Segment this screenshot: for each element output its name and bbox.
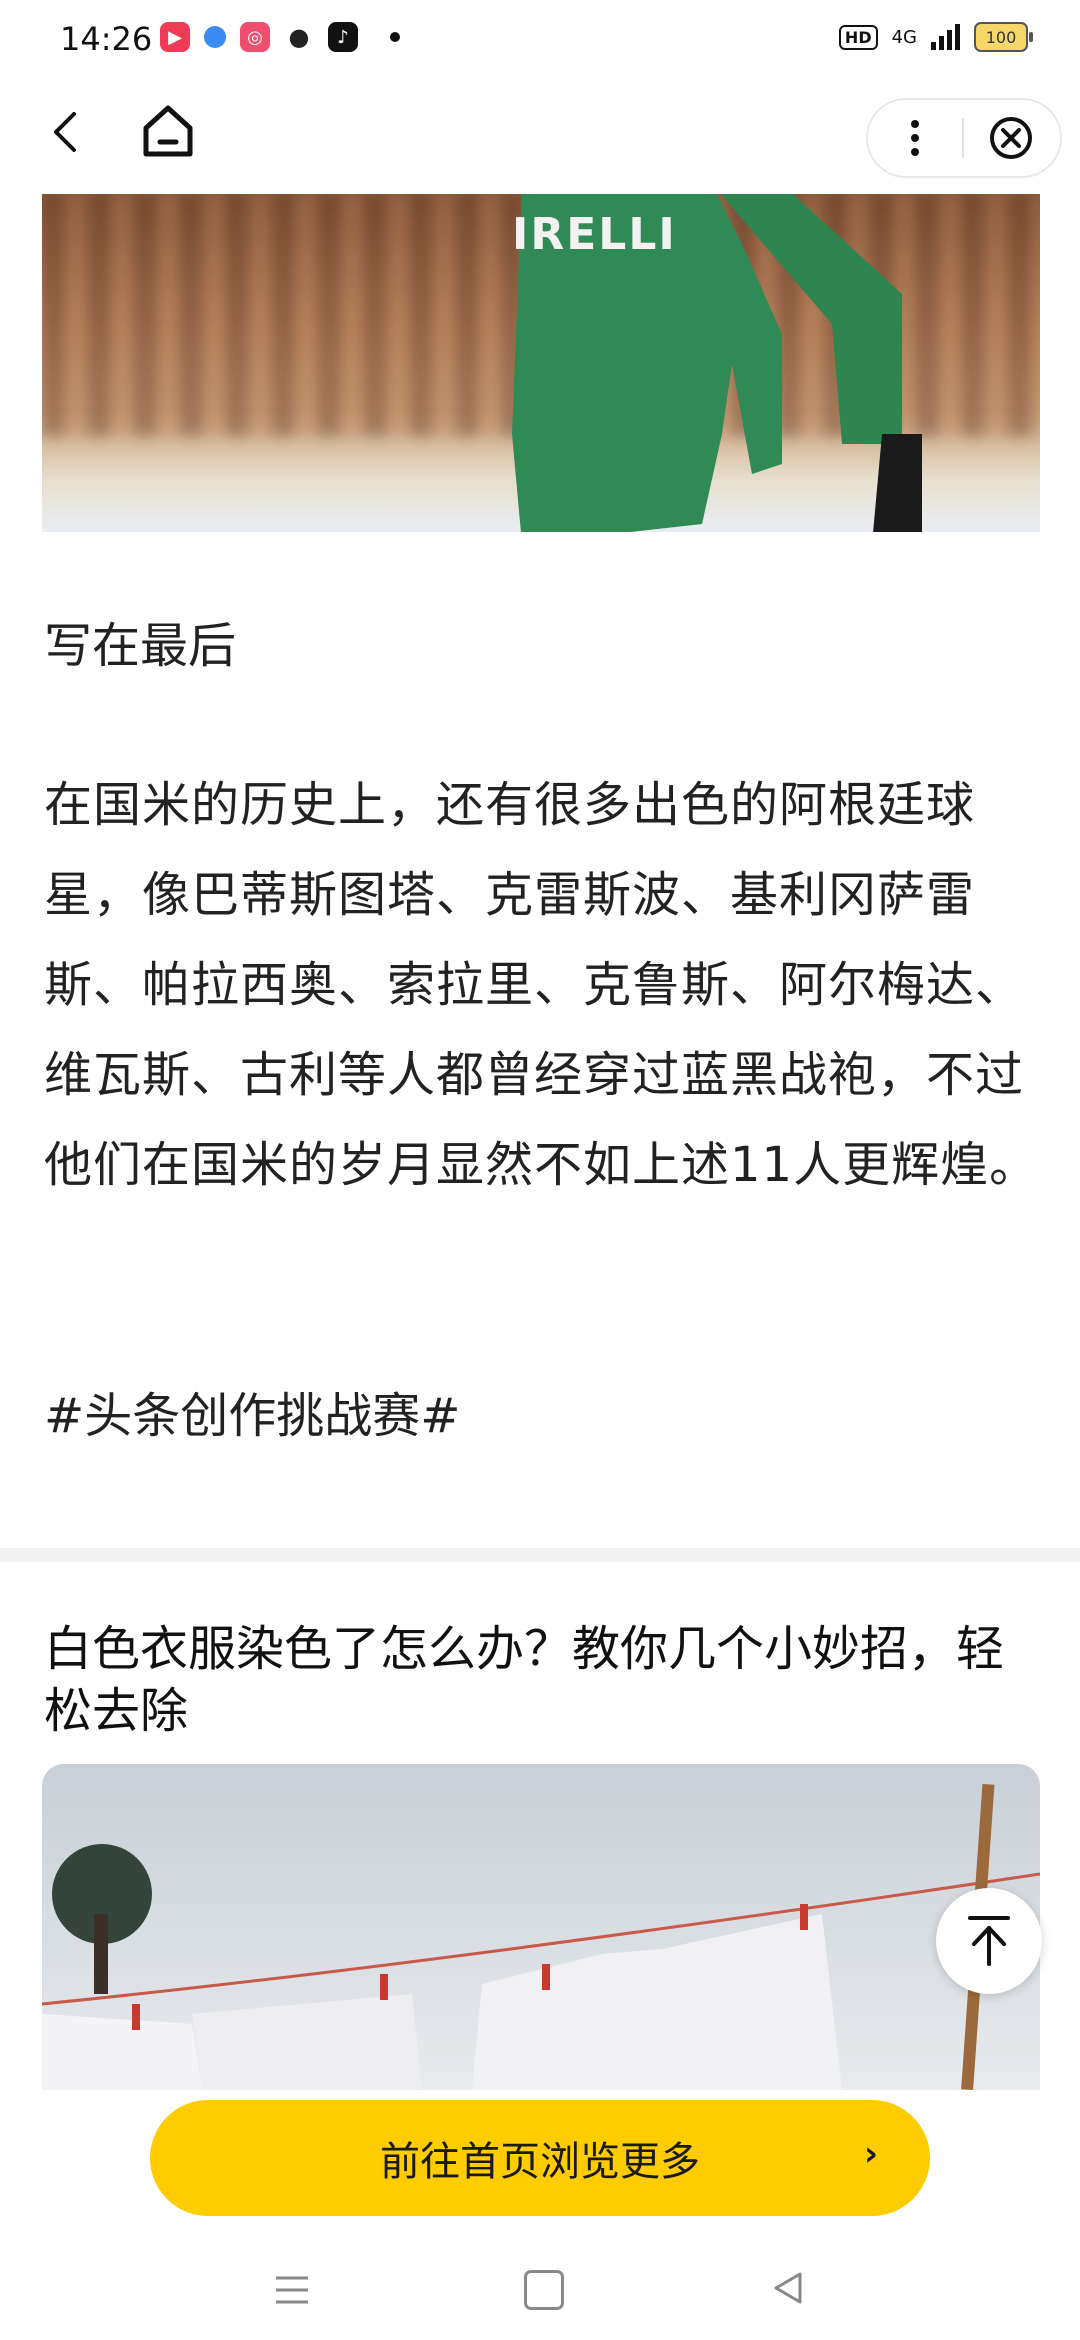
arrow-to-top-icon	[968, 1916, 1010, 1966]
camera-app-icon: ◎	[240, 22, 270, 52]
notification-icons: ▶ ◎ ● ♪	[160, 22, 400, 52]
chevron-left-icon[interactable]	[40, 102, 100, 162]
system-nav-bar	[0, 2240, 1080, 2340]
recommended-article-image[interactable]	[42, 1764, 1040, 2090]
chevron-right-icon: ›	[863, 2134, 878, 2174]
video-app-icon: ▶	[160, 22, 190, 52]
jersey-sponsor-text: IRELLI	[512, 209, 677, 260]
battery-icon: 100	[974, 22, 1033, 52]
section-divider	[0, 1548, 1080, 1562]
recent-apps-icon[interactable]	[272, 2272, 312, 2308]
feather-app-icon	[204, 26, 226, 48]
more-button[interactable]	[868, 100, 962, 176]
home-icon[interactable]	[136, 98, 200, 162]
top-nav-bar	[0, 80, 1080, 190]
more-notifications-dot	[390, 32, 400, 42]
laundry-scene	[42, 1783, 1040, 2090]
more-vertical-icon	[911, 120, 919, 156]
status-right: HD 4G 100	[838, 22, 1033, 52]
close-circle-icon	[990, 117, 1032, 159]
tiktok-icon: ♪	[328, 22, 358, 52]
hd-icon: HD	[838, 24, 878, 50]
close-button[interactable]	[964, 100, 1058, 176]
article-paragraph: 在国米的历史上，还有很多出色的阿根廷球星，像巴蒂斯图塔、克雷斯波、基利冈萨雷斯、…	[44, 777, 1039, 1193]
signal-icon	[931, 24, 960, 50]
system-back-icon[interactable]	[768, 2268, 808, 2308]
cta-label: 前往首页浏览更多	[380, 2139, 700, 2185]
network-type: 4G	[891, 26, 917, 48]
wechat-icon: ●	[284, 22, 314, 52]
go-home-browse-more-button[interactable]: 前往首页浏览更多 ›	[150, 2100, 930, 2216]
article-image-goalkeeper[interactable]: IRELLI	[42, 194, 1040, 532]
system-home-icon[interactable]	[524, 2270, 564, 2310]
status-time: 14:26	[60, 20, 153, 58]
mini-program-capsule	[866, 98, 1062, 178]
section-heading: 写在最后	[44, 618, 237, 674]
hashtag-link[interactable]: #头条创作挑战赛#	[44, 1376, 460, 1446]
status-bar: 14:26 ▶ ◎ ● ♪ HD 4G 100	[0, 0, 1080, 80]
recommended-article-title[interactable]: 白色衣服染色了怎么办？教你几个小妙招，轻松去除	[44, 1618, 1044, 1742]
back-to-top-button[interactable]	[936, 1888, 1042, 1994]
